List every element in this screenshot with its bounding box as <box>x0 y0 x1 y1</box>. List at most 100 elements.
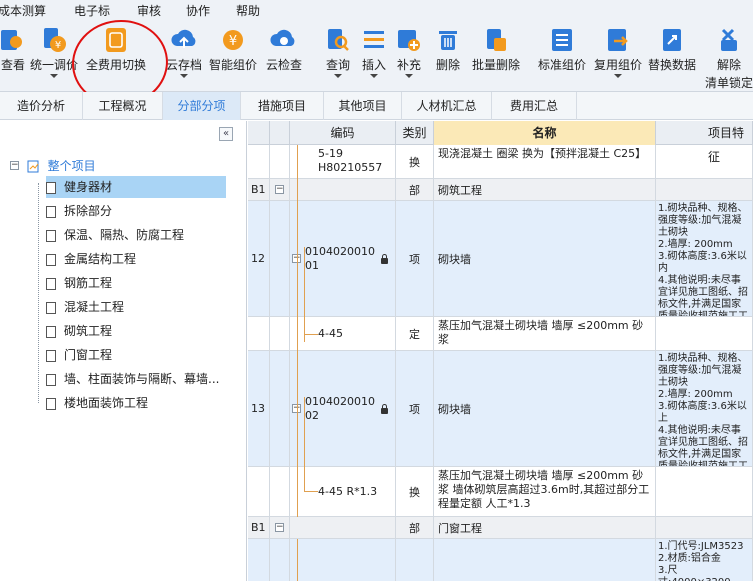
query-button[interactable]: 查询 <box>320 22 356 88</box>
menu-help[interactable]: 帮助 <box>236 2 260 19</box>
view-icon <box>1 30 22 50</box>
header-type[interactable]: 类别 <box>396 121 434 145</box>
delete-button[interactable]: 删除 <box>432 22 464 88</box>
reuse-price-button[interactable]: 复用组价 <box>592 22 644 88</box>
more-icon[interactable]: ··· <box>318 175 331 178</box>
tree-collapse-icon[interactable]: − <box>10 161 19 170</box>
header-code[interactable]: 编码 <box>290 121 396 145</box>
tab-labor-material-summary[interactable]: 人材机汇总 <box>402 92 492 120</box>
feature-cell[interactable] <box>656 145 753 178</box>
tree-item-masonry[interactable]: 砌筑工程 <box>46 320 112 342</box>
code-cell[interactable]: 5-19H80210557 ··· <box>290 145 396 178</box>
menu-audit[interactable]: 审核 <box>137 2 161 19</box>
tree-item-floor-decoration[interactable]: 楼地面装饰工程 <box>46 392 148 414</box>
ribbon-toolbar: 查看 ¥ 统一调价 全费用切换 云存档 ¥ 智能组价 云检查 查询 插入 补充 … <box>0 15 753 111</box>
name-cell[interactable]: 蒸压加气混凝土砌块墙 墙厚 ≤200mm 砂浆 墙体砌筑层高超过3.6m时,其超… <box>434 467 656 516</box>
tab-cost-analysis[interactable]: 造价分析 <box>0 92 83 120</box>
feature-cell[interactable] <box>656 179 753 200</box>
table-row[interactable]: 4-45 R*1.3 换 蒸压加气混凝土砌块墙 墙厚 ≤200mm 砂浆 墙体砌… <box>248 467 753 517</box>
tab-fee-summary[interactable]: 费用汇总 <box>492 92 577 120</box>
table-row[interactable]: B1 − 部 砌筑工程 <box>248 179 753 201</box>
feature-cell[interactable]: 1.砌块品种、规格、强度等级:加气混凝土砌块 2.墙厚: 200mm 3.砌体高… <box>656 201 753 316</box>
feature-cell[interactable] <box>656 517 753 538</box>
type-cell: 定 <box>396 317 434 350</box>
bill-items-grid: 编码 类别 名称 项目特征 5-19H80210557 ··· 换 现浇混凝土 … <box>248 121 753 581</box>
code-cell[interactable] <box>290 179 396 200</box>
replace-data-button[interactable]: 替换数据 <box>646 22 698 88</box>
code-cell[interactable]: −0104020010 01 <box>290 201 396 316</box>
row-number: 13 <box>248 351 270 466</box>
unify-dropdown-icon[interactable] <box>50 74 58 78</box>
header-feature[interactable]: 项目特征 <box>656 121 753 164</box>
tab-measures[interactable]: 措施项目 <box>241 92 324 120</box>
table-row[interactable]: 1.门代号:JLM3523 2.材质:铝合金 3.尺寸:4000×3200 <box>248 539 753 581</box>
insert-button[interactable]: 插入 <box>358 22 390 88</box>
collapse-icon[interactable]: − <box>275 523 284 532</box>
name-cell[interactable] <box>434 539 656 581</box>
supplement-dropdown-icon[interactable] <box>405 74 413 78</box>
lock-icon <box>381 403 388 414</box>
grid-header: 编码 类别 名称 项目特征 <box>248 121 753 164</box>
menu-e-bid[interactable]: 电子标 <box>74 2 110 19</box>
name-cell[interactable]: 蒸压加气混凝土砌块墙 墙厚 ≤200mm 砂浆 <box>434 317 656 350</box>
header-name[interactable]: 名称 <box>434 121 656 145</box>
code-cell[interactable] <box>290 517 396 538</box>
supplement-icon <box>398 30 420 51</box>
cloud-save-dropdown-icon[interactable] <box>180 74 188 78</box>
hierarchy-line <box>304 334 318 335</box>
feature-cell[interactable] <box>656 467 753 516</box>
tree-item-doors-windows[interactable]: 门窗工程 <box>46 344 112 366</box>
table-row[interactable]: 13 −0104020010 02 项 砌块墙 1.砌块品种、规格、强度等级:加气… <box>248 351 753 467</box>
tab-project-overview[interactable]: 工程概况 <box>83 92 163 120</box>
tree-item-fitness-equipment[interactable]: 健身器材 <box>46 176 226 198</box>
collapse-panel-icon[interactable]: « <box>219 127 233 141</box>
menu-collab[interactable]: 协作 <box>186 2 210 19</box>
tree-root[interactable]: − 整个项目 <box>10 155 96 175</box>
table-row[interactable]: B1 − 部 门窗工程 <box>248 517 753 539</box>
project-tree-panel: « − 整个项目 健身器材 拆除部分 保温、隔热、防腐工程 金属结构工程 钢筋工… <box>0 121 247 581</box>
view-button[interactable]: 查看 <box>0 22 26 88</box>
tree-item-rebar[interactable]: 钢筋工程 <box>46 272 112 294</box>
table-row[interactable]: 12 −0104020010 01 项 砌块墙 1.砌块品种、规格、强度等级:加气… <box>248 201 753 317</box>
tree-item-metal-structure[interactable]: 金属结构工程 <box>46 248 136 270</box>
name-cell[interactable]: 门窗工程 <box>434 517 656 538</box>
code-cell[interactable] <box>290 539 396 581</box>
document-icon <box>46 277 56 290</box>
row-number: 12 <box>248 201 270 316</box>
feature-cell[interactable] <box>656 317 753 350</box>
query-dropdown-icon[interactable] <box>334 74 342 78</box>
cloud-save-button[interactable]: 云存档 <box>164 22 204 88</box>
tab-other-items[interactable]: 其他项目 <box>324 92 402 120</box>
smart-price-button[interactable]: ¥ 智能组价 <box>206 22 260 88</box>
unlock-list-button[interactable]: 解除 清单锁定 <box>704 22 753 90</box>
menu-cost-calc[interactable]: 成本测算 <box>0 2 46 19</box>
name-cell[interactable]: 砌块墙 <box>434 351 656 466</box>
supplement-button[interactable]: 补充 <box>392 22 426 88</box>
code-cell[interactable]: −0104020010 02 <box>290 351 396 466</box>
collapse-icon[interactable]: − <box>275 185 284 194</box>
tree-item-wall-decoration[interactable]: 墙、柱面装饰与隔断、幕墙... <box>46 368 219 390</box>
batch-delete-button[interactable]: 批量删除 <box>468 22 524 88</box>
reuse-price-dropdown-icon[interactable] <box>614 74 622 78</box>
type-cell: 项 <box>396 201 434 316</box>
standard-price-button[interactable]: 标准组价 <box>536 22 588 88</box>
tree-item-demolition[interactable]: 拆除部分 <box>46 200 112 222</box>
cloud-upload-icon <box>171 29 196 48</box>
tree-item-insulation[interactable]: 保温、隔热、防腐工程 <box>46 224 184 246</box>
tree-item-concrete[interactable]: 混凝土工程 <box>46 296 124 318</box>
name-cell[interactable]: 砌筑工程 <box>434 179 656 200</box>
document-icon <box>46 181 56 194</box>
hierarchy-line <box>304 491 318 492</box>
insert-dropdown-icon[interactable] <box>370 74 378 78</box>
cloud-check-button[interactable]: 云检查 <box>264 22 304 88</box>
name-cell[interactable]: 现浇混凝土 圈梁 换为【预拌混凝土 C25】 <box>434 145 656 178</box>
table-row[interactable]: 5-19H80210557 ··· 换 现浇混凝土 圈梁 换为【预拌混凝土 C2… <box>248 145 753 179</box>
name-cell[interactable]: 砌块墙 <box>434 201 656 316</box>
hierarchy-line <box>297 539 298 581</box>
cloud-check-icon <box>270 29 295 46</box>
table-row[interactable]: 4-45 定 蒸压加气混凝土砌块墙 墙厚 ≤200mm 砂浆 <box>248 317 753 351</box>
feature-cell[interactable]: 1.门代号:JLM3523 2.材质:铝合金 3.尺寸:4000×3200 <box>656 539 753 581</box>
tab-sub-items[interactable]: 分部分项 <box>163 92 241 120</box>
feature-cell[interactable]: 1.砌块品种、规格、强度等级:加气混凝土砌块 2.墙厚: 200mm 3.砌体高… <box>656 351 753 466</box>
header-expand <box>270 121 290 145</box>
